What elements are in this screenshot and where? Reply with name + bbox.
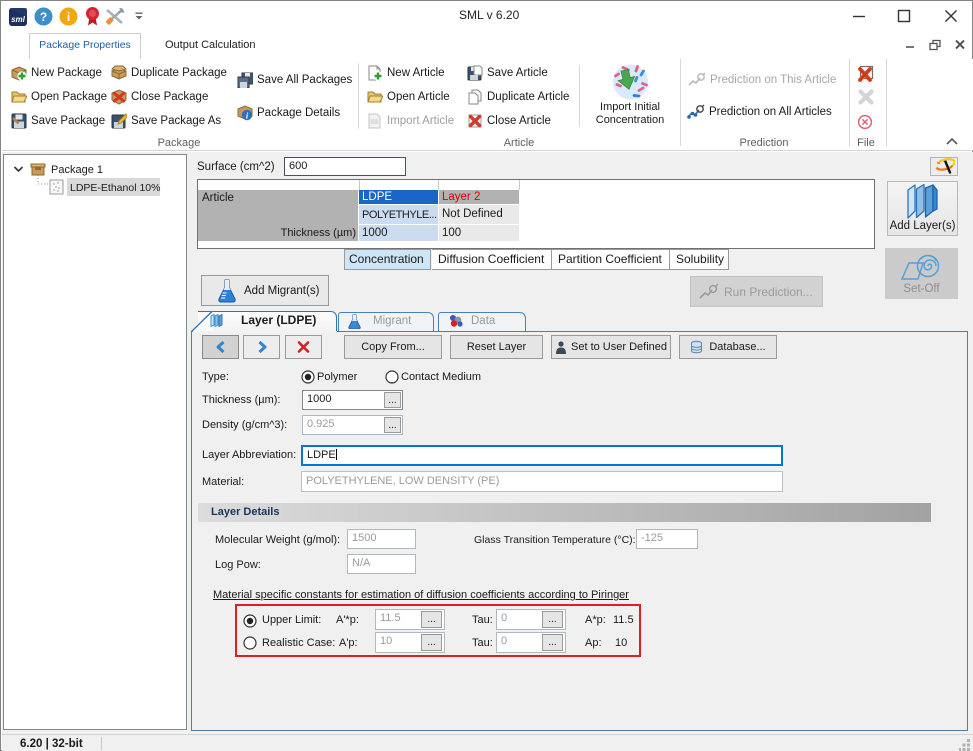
svg-text:?: ? bbox=[40, 10, 47, 24]
svg-text:sml: sml bbox=[11, 15, 26, 24]
svg-text:i: i bbox=[67, 10, 70, 24]
